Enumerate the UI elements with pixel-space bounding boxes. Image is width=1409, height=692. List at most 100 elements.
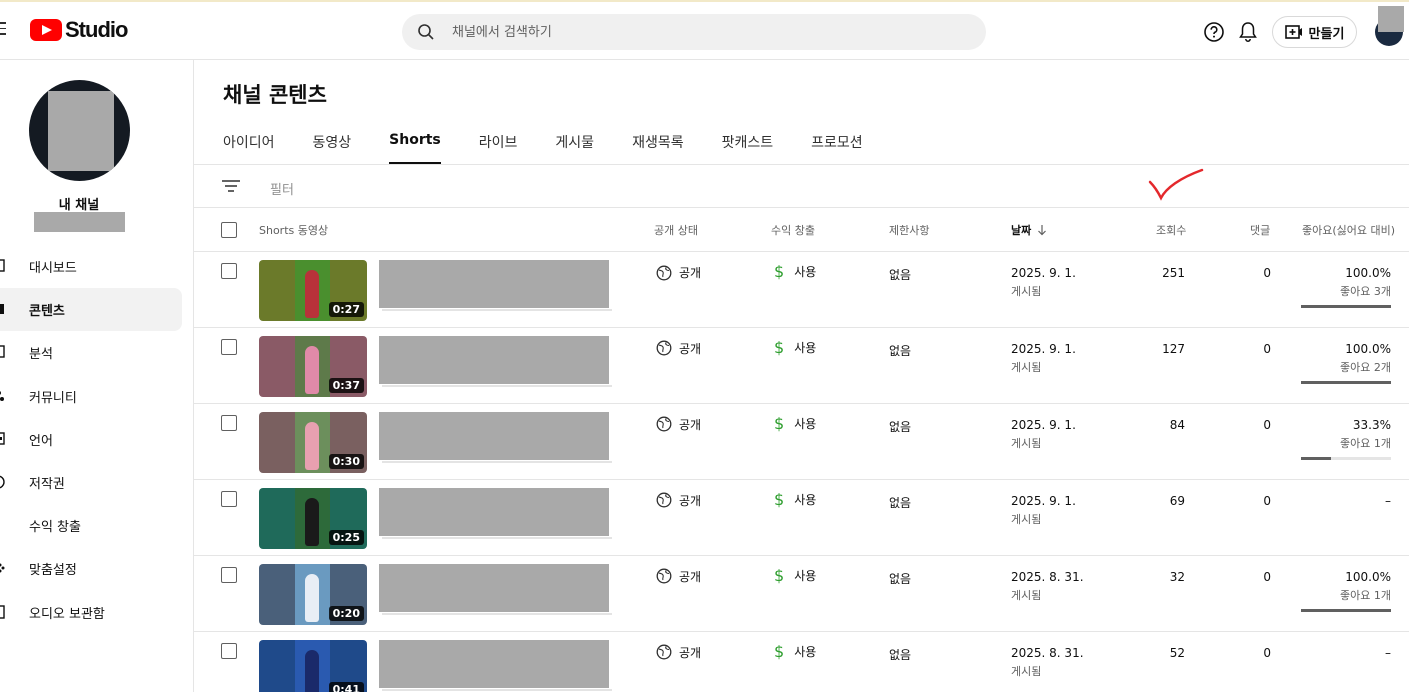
dollar-icon: $ bbox=[774, 565, 785, 585]
filter-input[interactable]: 필터 bbox=[270, 179, 294, 198]
tab-ideas[interactable]: 아이디어 bbox=[223, 132, 275, 165]
visibility-cell[interactable]: 공개 bbox=[656, 340, 701, 357]
video-title-redaction[interactable] bbox=[379, 335, 609, 384]
row-checkbox[interactable] bbox=[221, 263, 237, 279]
sidebar-item-analytics[interactable]: 분석 bbox=[0, 331, 194, 374]
monetization-cell[interactable]: $ 사용 bbox=[774, 642, 816, 661]
table-row[interactable]: 0:41 공개 $ 사용 없음 2025. 8. 31. 게시됨 52 0 – bbox=[194, 632, 1409, 692]
channel-avatar[interactable] bbox=[29, 80, 130, 181]
video-thumbnail[interactable]: 0:25 bbox=[259, 487, 367, 549]
video-title-redaction[interactable] bbox=[379, 487, 609, 536]
search-input[interactable] bbox=[452, 14, 952, 50]
views-cell: 251 bbox=[1162, 266, 1185, 280]
date-status: 게시됨 bbox=[1011, 512, 1042, 526]
visibility-label: 공개 bbox=[679, 645, 702, 660]
column-header-visibility[interactable]: 공개 상태 bbox=[654, 222, 698, 238]
video-title-redaction[interactable] bbox=[379, 563, 609, 612]
dollar-icon: $ bbox=[774, 489, 785, 509]
sidebar-item-content[interactable]: 콘텐츠 bbox=[0, 288, 182, 332]
video-thumbnail[interactable]: 0:27 bbox=[259, 260, 367, 321]
monetization-cell[interactable]: $ 사용 bbox=[774, 490, 816, 509]
monetization-cell[interactable]: $ 사용 bbox=[774, 566, 816, 585]
sidebar-nav: 대시보드 콘텐츠 분석 커뮤니티 언어 저작권 수익 창출 맞춤설정 오디오 보… bbox=[0, 245, 194, 634]
sidebar-item-audio-library[interactable]: 오디오 보관함 bbox=[0, 591, 194, 634]
likes-count: 좋아요 2개 bbox=[1340, 360, 1391, 374]
menu-icon[interactable] bbox=[0, 22, 6, 38]
sidebar-item-customization[interactable]: 맞춤설정 bbox=[0, 547, 194, 590]
sidebar-item-community[interactable]: 커뮤니티 bbox=[0, 375, 194, 418]
date-status: 게시됨 bbox=[1011, 360, 1042, 374]
monetization-cell[interactable]: $ 사용 bbox=[774, 414, 816, 433]
table-header: Shorts 동영상 공개 상태 수익 창출 제한사항 날짜 조회수 댓글 좋아… bbox=[194, 208, 1409, 252]
monetization-cell[interactable]: $ 사용 bbox=[774, 338, 816, 357]
create-plus-icon bbox=[1284, 25, 1302, 39]
visibility-cell[interactable]: 공개 bbox=[656, 264, 701, 281]
row-checkbox[interactable] bbox=[221, 490, 237, 507]
sidebar-item-monetization[interactable]: 수익 창출 bbox=[0, 504, 194, 547]
table-row[interactable]: 0:30 공개 $ 사용 없음 2025. 9. 1. 게시됨 84 0 33.… bbox=[194, 404, 1409, 480]
analytics-icon bbox=[0, 345, 5, 359]
sidebar-item-dashboard[interactable]: 대시보드 bbox=[0, 245, 194, 288]
date-cell: 2025. 8. 31. bbox=[1011, 645, 1084, 660]
date-cell: 2025. 9. 1. bbox=[1011, 493, 1076, 508]
column-header-comments[interactable]: 댓글 bbox=[1250, 222, 1270, 238]
visibility-cell[interactable]: 공개 bbox=[656, 416, 701, 433]
row-checkbox[interactable] bbox=[221, 566, 237, 583]
video-duration: 0:27 bbox=[328, 302, 364, 317]
row-checkbox[interactable] bbox=[221, 414, 237, 431]
video-title-redaction[interactable] bbox=[379, 639, 609, 688]
video-thumbnail[interactable]: 0:30 bbox=[259, 411, 367, 473]
video-thumbnail[interactable]: 0:37 bbox=[259, 335, 367, 397]
row-checkbox[interactable] bbox=[221, 338, 237, 355]
video-title-redaction[interactable] bbox=[379, 260, 609, 308]
customization-icon bbox=[0, 563, 5, 573]
tab-podcasts[interactable]: 팟캐스트 bbox=[722, 132, 774, 165]
tab-live[interactable]: 라이브 bbox=[479, 132, 518, 165]
tab-promotions[interactable]: 프로모션 bbox=[811, 132, 863, 165]
video-duration: 0:25 bbox=[328, 529, 364, 545]
filter-bar[interactable]: 필터 bbox=[194, 165, 1409, 208]
select-all-checkbox[interactable] bbox=[221, 222, 237, 238]
tab-posts[interactable]: 게시물 bbox=[555, 132, 594, 165]
tab-shorts[interactable]: Shorts bbox=[389, 132, 441, 165]
visibility-cell[interactable]: 공개 bbox=[656, 644, 701, 661]
column-header-date[interactable]: 날짜 bbox=[1011, 222, 1048, 238]
table-row[interactable]: 0:37 공개 $ 사용 없음 2025. 9. 1. 게시됨 127 0 10… bbox=[194, 328, 1409, 404]
help-icon[interactable] bbox=[1203, 21, 1225, 43]
date-cell: 2025. 9. 1. bbox=[1011, 417, 1076, 432]
create-button-label: 만들기 bbox=[1308, 26, 1345, 42]
filter-icon[interactable] bbox=[222, 179, 240, 193]
tab-playlists[interactable]: 재생목록 bbox=[632, 132, 684, 165]
tab-videos[interactable]: 동영상 bbox=[313, 132, 352, 165]
table-row[interactable]: 0:25 공개 $ 사용 없음 2025. 9. 1. 게시됨 69 0 – bbox=[194, 480, 1409, 556]
visibility-label: 공개 bbox=[679, 493, 702, 508]
sidebar-item-copyright[interactable]: 저작권 bbox=[0, 461, 194, 504]
table-row[interactable]: 0:20 공개 $ 사용 없음 2025. 8. 31. 게시됨 32 0 10… bbox=[194, 556, 1409, 632]
create-button[interactable]: 만들기 bbox=[1272, 16, 1357, 48]
column-header-monetization[interactable]: 수익 창출 bbox=[771, 222, 815, 238]
visibility-cell[interactable]: 공개 bbox=[656, 568, 701, 585]
date-status: 게시됨 bbox=[1011, 664, 1042, 678]
visibility-cell[interactable]: 공개 bbox=[656, 492, 701, 509]
column-header-date-label: 날짜 bbox=[1011, 224, 1032, 237]
column-header-restrictions[interactable]: 제한사항 bbox=[889, 222, 929, 238]
table-row[interactable]: 0:27 공개 $ 사용 없음 2025. 9. 1. 게시됨 251 0 10… bbox=[194, 252, 1409, 328]
monetization-cell[interactable]: $ 사용 bbox=[774, 262, 816, 281]
likes-ratio: – bbox=[1385, 645, 1391, 660]
bell-icon[interactable] bbox=[1238, 21, 1258, 43]
studio-logo[interactable]: Studio bbox=[30, 17, 128, 43]
monetization-label: 사용 bbox=[794, 340, 817, 355]
column-header-likes[interactable]: 좋아요(싫어요 대비) bbox=[1302, 222, 1395, 238]
sidebar-item-language[interactable]: 언어 bbox=[0, 418, 194, 461]
video-title-redaction[interactable] bbox=[379, 411, 609, 460]
views-cell: 69 bbox=[1169, 493, 1185, 508]
search-bar[interactable] bbox=[402, 14, 986, 50]
column-header-views[interactable]: 조회수 bbox=[1156, 222, 1186, 238]
video-duration: 0:41 bbox=[328, 681, 364, 692]
row-checkbox[interactable] bbox=[221, 642, 237, 659]
red-checkmark-annotation-icon bbox=[1148, 168, 1204, 201]
likes-ratio-bar bbox=[1301, 608, 1391, 612]
video-thumbnail[interactable]: 0:20 bbox=[259, 563, 367, 625]
video-thumbnail[interactable]: 0:41 bbox=[259, 639, 367, 692]
sidebar-item-label: 분석 bbox=[29, 347, 53, 363]
